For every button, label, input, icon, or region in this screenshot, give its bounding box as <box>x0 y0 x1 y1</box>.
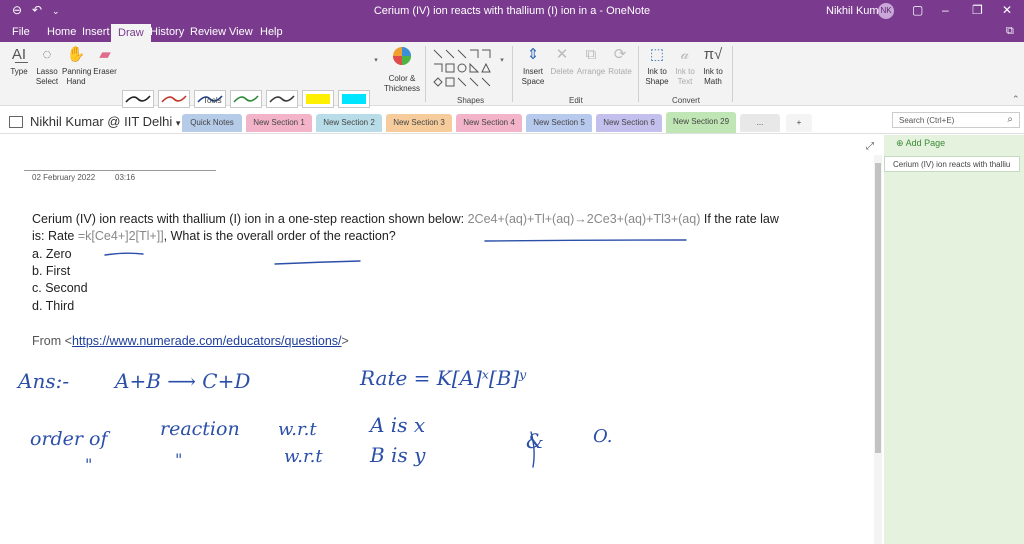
ink-a-is-x: A is x <box>368 413 425 437</box>
plus-circle-icon: ⊕ <box>896 138 904 148</box>
add-page-button[interactable]: ⊕ Add Page <box>896 138 945 149</box>
restore-icon[interactable]: ❐ <box>972 3 983 17</box>
ink-ditto: " <box>85 455 92 474</box>
ink-underline <box>104 252 144 256</box>
ink-o: O. <box>593 426 612 447</box>
ink-wrt: w.r.t <box>284 446 323 467</box>
ink-order-of: order of <box>30 428 110 450</box>
page-list-item[interactable]: Cerium (IV) ion reacts with thalliu <box>884 156 1020 172</box>
ink-ampersand: & <box>526 429 544 453</box>
ink-b-is-y: B is y <box>369 443 426 467</box>
close-icon[interactable]: ✕ <box>1002 3 1012 17</box>
ink-reaction-word: reaction <box>160 418 240 440</box>
collapse-ribbon-icon[interactable]: ⌃ <box>1012 94 1020 105</box>
ink-underline <box>274 260 361 265</box>
ink-underline <box>484 239 687 242</box>
ribbon-display-icon[interactable]: ▢ <box>912 3 923 17</box>
search-input[interactable]: Search (Ctrl+E) ⌕ <box>892 112 1020 128</box>
ink-reaction: A+B ⟶ C+D <box>113 369 250 393</box>
share-icon[interactable]: ⧉ <box>1006 25 1014 38</box>
ink-ditto: " <box>175 450 182 469</box>
minimize-icon[interactable]: – <box>942 3 949 17</box>
ink-wrt: w.r.t <box>278 419 317 440</box>
ink-rate-law: Rate = K[A]ˣ[B]ʸ <box>359 366 527 390</box>
ink-layer: Ans:- A+B ⟶ C+D Rate = K[A]ˣ[B]ʸ order o… <box>16 239 687 474</box>
page-list-panel <box>884 135 1024 544</box>
ink-ans: Ans:- <box>16 369 69 393</box>
search-icon[interactable]: ⌕ <box>1007 114 1013 125</box>
